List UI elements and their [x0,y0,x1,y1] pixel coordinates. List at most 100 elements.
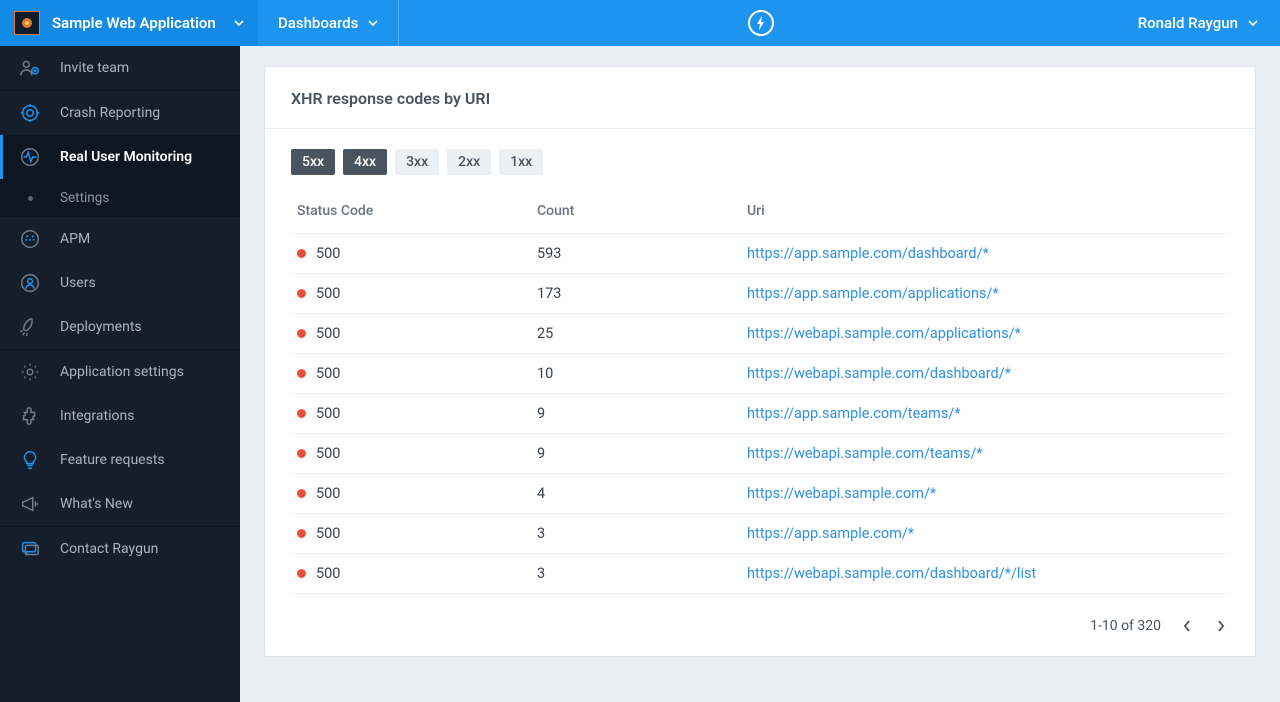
cell-count: 9 [531,394,741,434]
filter-pill-2xx[interactable]: 2xx [447,149,491,175]
table-row: 5003https://webapi.sample.com/dashboard/… [291,554,1229,594]
chevron-down-icon [1248,20,1258,26]
status-code: 500 [316,565,340,582]
sidebar-item-label: Feature requests [60,452,165,468]
bolt-icon[interactable] [748,10,774,36]
user-menu[interactable]: Ronald Raygun [1122,0,1280,46]
sidebar-item-real-user-monitoring[interactable]: Real User Monitoring [0,135,240,179]
sidebar-item-integrations[interactable]: Integrations [0,394,240,438]
status-code: 500 [316,365,340,382]
sidebar-item-apm[interactable]: APM [0,217,240,261]
app-name: Sample Web Application [52,14,224,32]
sidebar-item-feature-requests[interactable]: Feature requests [0,438,240,482]
cell-count: 9 [531,434,741,474]
card-body: 5xx 4xx 3xx 2xx 1xx Status Code Count Ur… [265,129,1255,602]
uri-link[interactable]: https://app.sample.com/* [747,525,914,542]
status-dot-icon [297,369,306,378]
cell-status: 500 [291,514,531,554]
table-row: 500 9 https://webapi.sample.com/teams/* [291,434,1229,474]
status-code: 500 [316,325,340,342]
app-logo-icon [14,11,40,35]
nav-dashboards[interactable]: Dashboards [258,0,399,46]
chat-icon [18,538,42,560]
card-footer: 1-10 of 320 [265,602,1255,656]
invite-team-icon [18,57,42,79]
status-dot-icon [297,569,306,578]
sidebar-item-label: Users [60,275,96,291]
table-row: 500 4 https://webapi.sample.com/* [291,474,1229,514]
uri-link[interactable]: https://app.sample.com/teams/* [747,405,961,422]
cell-count: 4 [531,474,741,514]
cell-uri: https://app.sample.com/applications/* [741,274,1229,314]
cell-uri: https://webapi.sample.com/dashboard/*/li… [741,554,1229,594]
chevron-down-icon [368,20,378,26]
col-header-uri[interactable]: Uri [741,193,1229,234]
status-filter-pills: 5xx 4xx 3xx 2xx 1xx [291,149,1229,175]
col-header-status[interactable]: Status Code [291,193,531,234]
table-row: 500 9 https://app.sample.com/teams/* [291,394,1229,434]
status-dot-icon [297,329,306,338]
lightbulb-icon [18,449,42,471]
col-header-count[interactable]: Count [531,193,741,234]
status-dot-icon [297,249,306,258]
sidebar-item-whats-new[interactable]: What's New [0,482,240,526]
status-code: 500 [316,445,340,462]
cell-count: 25 [531,314,741,354]
sidebar-subitem-settings[interactable]: Settings [0,179,240,217]
cell-status: 500 [291,354,531,394]
uri-link[interactable]: https://webapi.sample.com/dashboard/*/li… [747,565,1036,582]
megaphone-icon [18,493,42,515]
cell-status: 500 [291,274,531,314]
cell-uri: https://webapi.sample.com/dashboard/* [741,354,1229,394]
uri-link[interactable]: https://webapi.sample.com/* [747,485,936,502]
uri-link[interactable]: https://webapi.sample.com/dashboard/* [747,365,1011,382]
bullet-icon [28,196,33,201]
table-row: 5003https://app.sample.com/* [291,514,1229,554]
table-row: 500 25 https://webapi.sample.com/applicati… [291,314,1229,354]
status-code: 500 [316,485,340,502]
sidebar-item-label: Real User Monitoring [60,149,192,165]
status-dot-icon [297,529,306,538]
filter-pill-3xx[interactable]: 3xx [395,149,439,175]
cell-status: 500 [291,314,531,354]
filter-pill-1xx[interactable]: 1xx [499,149,543,175]
pager-range: 1-10 of 320 [1090,618,1161,634]
user-name: Ronald Raygun [1138,14,1238,32]
table-row: 500173https://app.sample.com/application… [291,274,1229,314]
cell-count: 10 [531,354,741,394]
sidebar-item-deployments[interactable]: Deployments [0,305,240,349]
status-code: 500 [316,405,340,422]
sidebar-item-label: Integrations [60,408,134,424]
uri-link[interactable]: https://app.sample.com/dashboard/* [747,245,989,262]
status-code: 500 [316,285,340,302]
status-code: 500 [316,525,340,542]
app-switcher[interactable]: Sample Web Application [0,0,258,46]
sidebar: Invite team Crash Reporting Real User Mo… [0,46,240,702]
uri-link[interactable]: https://webapi.sample.com/applications/* [747,325,1021,342]
sidebar-item-application-settings[interactable]: Application settings [0,350,240,394]
puzzle-icon [18,405,42,427]
uri-link[interactable]: https://webapi.sample.com/teams/* [747,445,983,462]
sidebar-item-crash-reporting[interactable]: Crash Reporting [0,91,240,135]
pulse-icon [18,146,42,168]
sidebar-item-contact-raygun[interactable]: Contact Raygun [0,527,240,571]
table-row: 500 10 https://webapi.sample.com/dashboard… [291,354,1229,394]
sidebar-item-label: Invite team [60,60,129,76]
sidebar-item-label: APM [60,231,90,247]
chevron-down-icon [234,20,244,26]
topbar: Sample Web Application Dashboards Ronald… [0,0,1280,46]
pager-next-button[interactable] [1213,618,1229,634]
sidebar-item-invite-team[interactable]: Invite team [0,46,240,90]
rocket-icon [18,316,42,338]
status-dot-icon [297,449,306,458]
filter-pill-5xx[interactable]: 5xx [291,149,335,175]
uri-link[interactable]: https://app.sample.com/applications/* [747,285,999,302]
gauge-icon [18,228,42,250]
response-codes-table: Status Code Count Uri 500593https://app.… [291,193,1229,594]
status-dot-icon [297,409,306,418]
sidebar-item-users[interactable]: Users [0,261,240,305]
sidebar-item-label: Application settings [60,364,184,380]
filter-pill-4xx[interactable]: 4xx [343,149,387,175]
pager-prev-button[interactable] [1179,618,1195,634]
cell-status: 500 [291,394,531,434]
